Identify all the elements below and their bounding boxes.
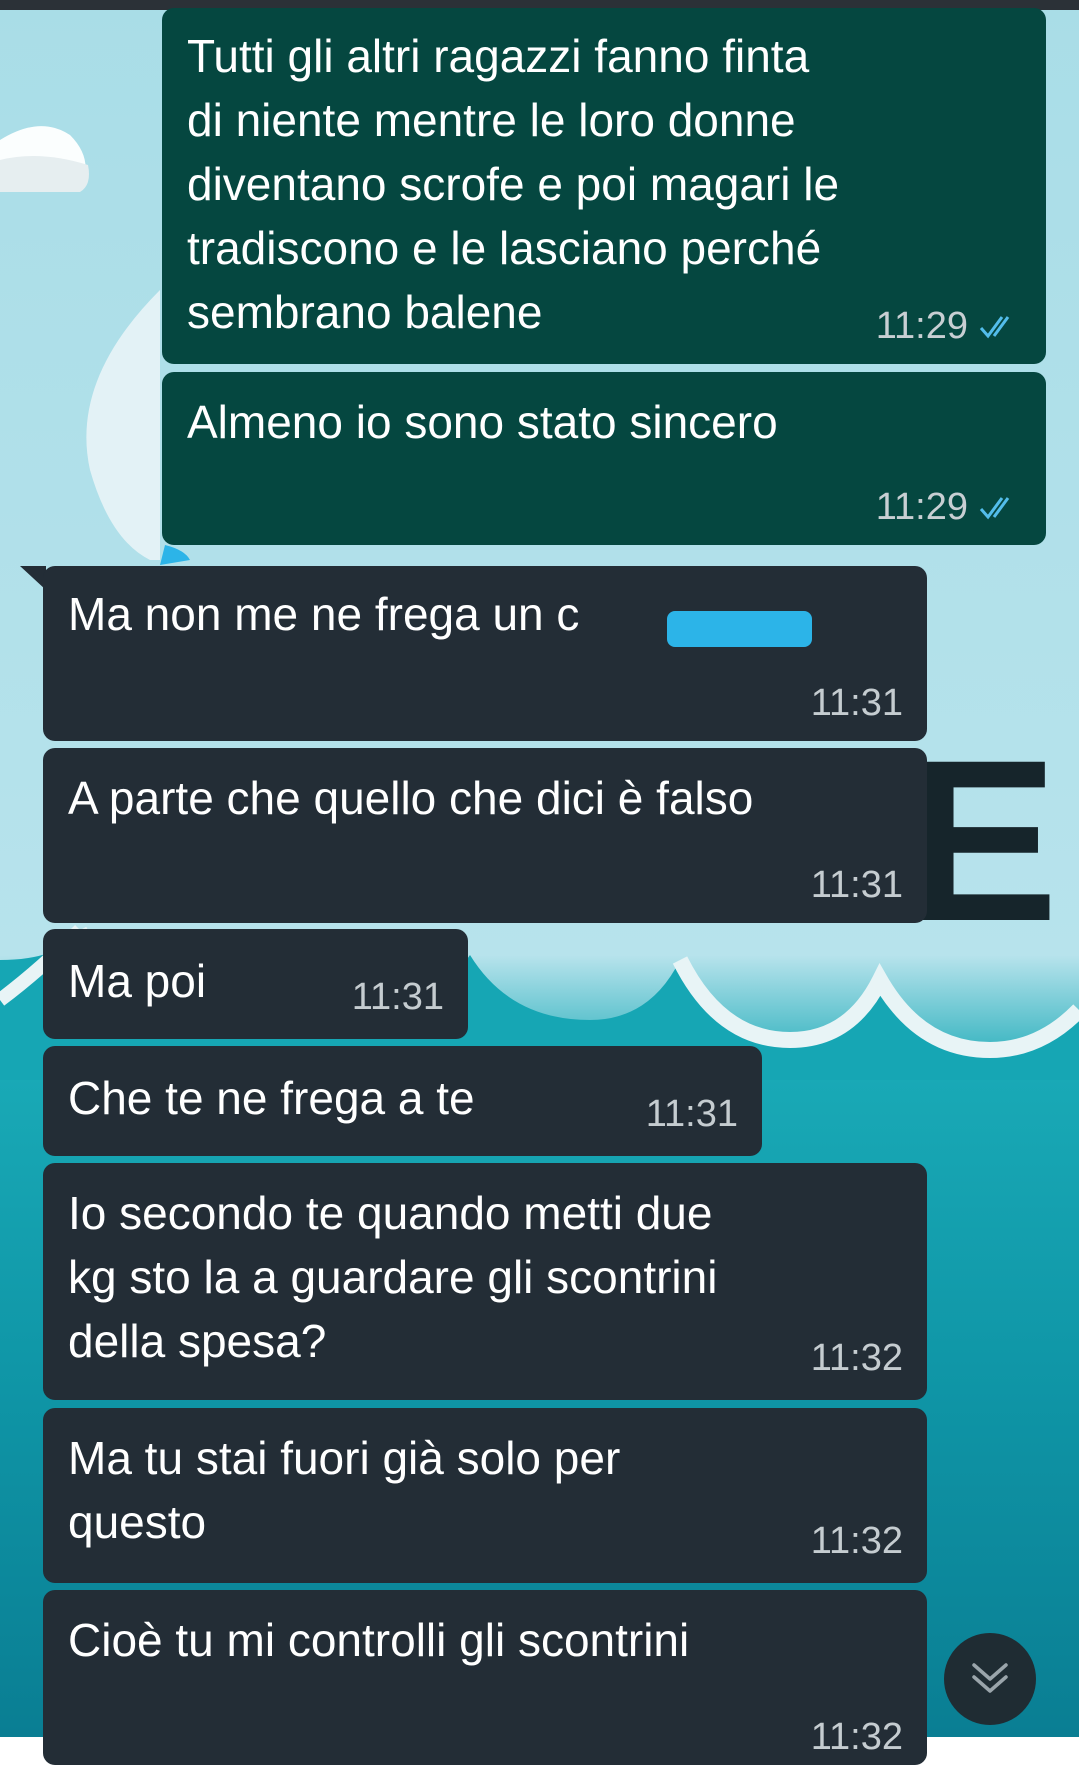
incoming-message[interactable]: A parte che quello che dici è falso 11:3… bbox=[43, 748, 927, 923]
message-meta: 11:29 bbox=[876, 487, 1022, 527]
message-meta: 11:32 bbox=[811, 1338, 903, 1378]
message-text: Cioè tu mi controlli gli scontrini bbox=[68, 1614, 690, 1666]
message-time: 11:32 bbox=[810, 1716, 903, 1758]
message-meta: 11:31 bbox=[646, 1094, 738, 1134]
double-check-icon bbox=[979, 497, 1010, 520]
message-time: 11:29 bbox=[875, 305, 968, 347]
incoming-message[interactable]: Io secondo te quando metti due kg sto la… bbox=[43, 1163, 927, 1400]
message-text: Che te ne frega a te bbox=[68, 1072, 475, 1124]
message-text: Io secondo te quando metti due kg sto la… bbox=[68, 1187, 718, 1367]
outgoing-message[interactable]: Tutti gli altri ragazzi fanno finta di n… bbox=[162, 8, 1046, 364]
message-meta: 11:31 bbox=[811, 683, 903, 723]
redaction-mark bbox=[667, 611, 812, 647]
message-time: 11:31 bbox=[351, 976, 444, 1018]
message-meta: 11:32 bbox=[811, 1717, 903, 1757]
message-meta: 11:29 bbox=[876, 306, 1022, 346]
message-time: 11:32 bbox=[810, 1337, 903, 1379]
incoming-message[interactable]: Che te ne frega a te 11:31 bbox=[43, 1046, 762, 1156]
message-text: Tutti gli altri ragazzi fanno finta di n… bbox=[187, 30, 840, 338]
incoming-message[interactable]: Ma poi 11:31 bbox=[43, 929, 468, 1039]
double-chevron-down-icon bbox=[972, 1663, 1008, 1693]
message-time: 11:31 bbox=[645, 1093, 738, 1135]
message-time: 11:32 bbox=[810, 1520, 903, 1562]
incoming-message[interactable]: Ma non me ne frega un c 11:31 bbox=[43, 566, 927, 741]
message-text: A parte che quello che dici è falso bbox=[68, 772, 754, 824]
outgoing-message[interactable]: Almeno io sono stato sincero 11:29 bbox=[162, 372, 1046, 545]
message-time: 11:31 bbox=[810, 682, 903, 724]
message-meta: 11:31 bbox=[352, 977, 444, 1017]
scroll-to-bottom-button[interactable] bbox=[944, 1633, 1036, 1725]
message-meta: 11:31 bbox=[811, 865, 903, 905]
incoming-message[interactable]: Ma tu stai fuori già solo per questo 11:… bbox=[43, 1408, 927, 1583]
message-text: Almeno io sono stato sincero bbox=[187, 396, 778, 448]
message-text: Ma tu stai fuori già solo per questo bbox=[68, 1432, 621, 1548]
message-time: 11:31 bbox=[810, 864, 903, 906]
wallpaper-letter: E bbox=[905, 712, 1058, 969]
message-time: 11:29 bbox=[875, 486, 968, 528]
message-meta: 11:32 bbox=[811, 1521, 903, 1561]
incoming-message[interactable]: Cioè tu mi controlli gli scontrini 11:32 bbox=[43, 1590, 927, 1765]
double-check-icon bbox=[979, 316, 1010, 339]
